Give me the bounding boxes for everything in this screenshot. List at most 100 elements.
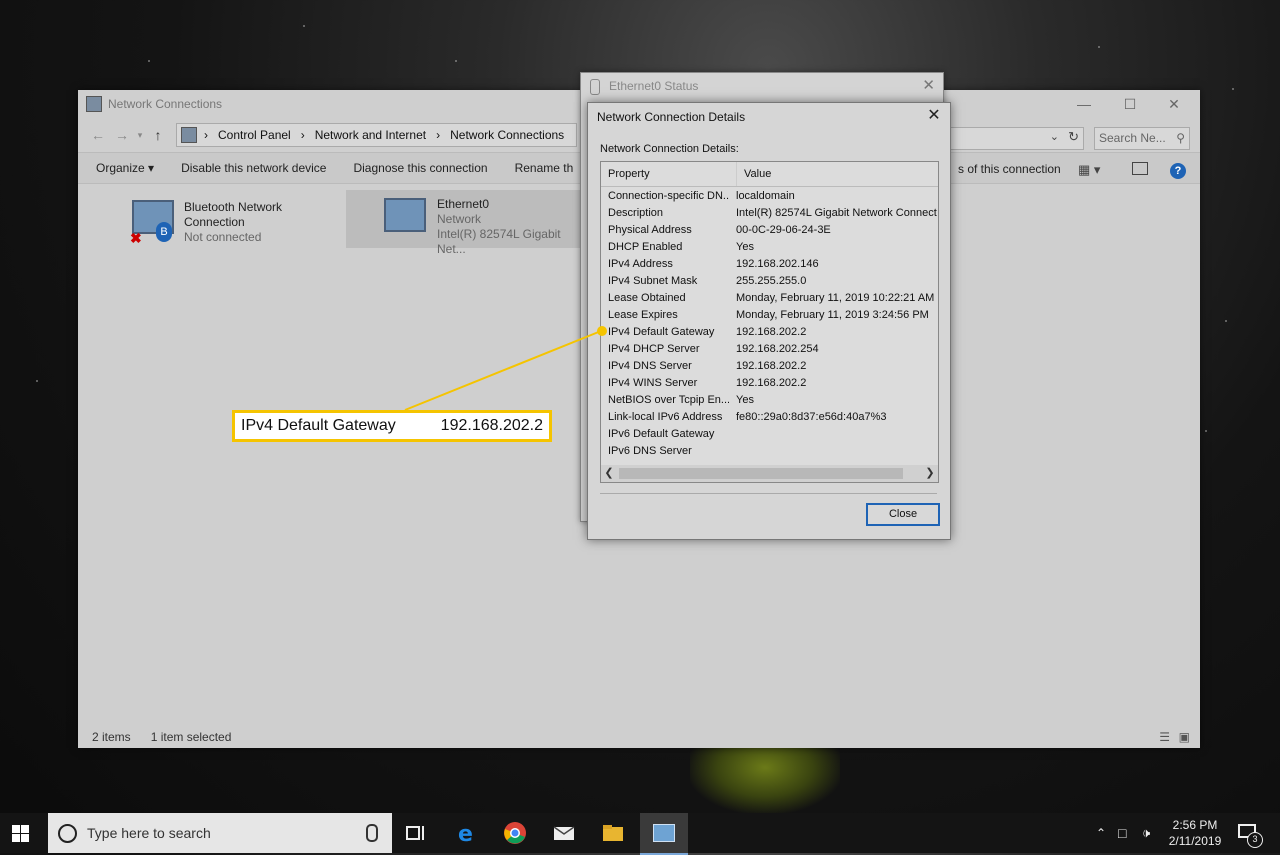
forward-arrow-icon[interactable]: → (110, 127, 134, 143)
network-adapter-icon (384, 198, 426, 232)
address-dropdown-icon[interactable]: ⌄ (1050, 130, 1059, 143)
network-connections-taskbar-button[interactable] (640, 813, 688, 855)
scroll-left-icon[interactable]: ❮ (601, 465, 617, 482)
network-tray-icon[interactable]: □ (1118, 813, 1126, 853)
table-row[interactable]: IPv4 Default Gateway 192.168.202.2 (601, 326, 938, 343)
table-row[interactable]: DHCP Enabled Yes (601, 241, 938, 258)
volume-icon[interactable]: 🕩 (1142, 813, 1150, 853)
property-cell: Connection-specific DN... (608, 190, 729, 202)
control-panel-icon (653, 824, 675, 842)
details-view-icon[interactable]: ☰ (1159, 730, 1170, 744)
item-count: 2 items (92, 730, 131, 744)
up-arrow-icon[interactable]: ↑ (146, 127, 170, 143)
clock-date: 2/11/2019 (1168, 834, 1222, 848)
table-row[interactable]: IPv6 Default Gateway (601, 428, 938, 445)
change-view-icon[interactable]: ▦ ▾ (1078, 162, 1100, 178)
view-status-button[interactable]: s of this connection (958, 162, 1061, 176)
action-center-icon[interactable]: 3 (1238, 824, 1263, 848)
breadcrumb-control-panel[interactable]: Control Panel (218, 128, 291, 142)
gateway-callout: IPv4 Default Gateway 192.168.202.2 (232, 410, 552, 442)
item-name: Ethernet0 (437, 197, 490, 211)
value-cell: 192.168.202.2 (736, 377, 807, 389)
minimize-button[interactable]: — (1064, 90, 1104, 118)
table-row[interactable]: IPv4 Subnet Mask 255.255.255.0 (601, 275, 938, 292)
value-cell: localdomain (736, 190, 795, 202)
breadcrumb-separator: › (204, 128, 208, 142)
horizontal-scrollbar[interactable]: ❮ ❯ (601, 465, 938, 482)
mail-icon[interactable] (552, 821, 576, 845)
details-list[interactable]: Property Value Connection-specific DN...… (600, 161, 939, 483)
file-explorer-icon[interactable] (601, 821, 625, 845)
rename-button[interactable]: Rename th (497, 161, 583, 175)
bluetooth-connection-item[interactable]: ✖ B Bluetooth Network Connection Not con… (128, 194, 348, 250)
ethernet0-item[interactable]: Ethernet0 Network Intel(R) 82574L Gigabi… (346, 190, 586, 256)
table-row[interactable]: Link-local IPv6 Address fe80::29a0:8d37:e… (601, 411, 938, 428)
property-cell: IPv4 Subnet Mask (608, 275, 698, 287)
clock[interactable]: 2:56 PM 2/11/2019 (1162, 817, 1228, 849)
organize-button[interactable]: Organize ▾ (78, 161, 163, 175)
list-rows: Connection-specific DN... localdomain Desc… (601, 187, 938, 462)
windows-start-icon[interactable] (12, 825, 29, 842)
microphone-icon[interactable] (366, 824, 378, 842)
property-cell: IPv4 WINS Server (608, 377, 698, 389)
divider (600, 493, 937, 494)
diagnose-connection-button[interactable]: Diagnose this connection (335, 161, 496, 175)
show-hidden-icons-chevron-icon[interactable]: ⌃ (1096, 813, 1106, 853)
table-row[interactable]: IPv4 DHCP Server 192.168.202.254 (601, 343, 938, 360)
breadcrumb-network-internet[interactable]: Network and Internet (315, 128, 426, 142)
address-bar-extension[interactable]: ⌄ ↻ (948, 127, 1084, 150)
recent-chevron-icon[interactable]: ▾ (134, 130, 146, 141)
selection-count: 1 item selected (150, 730, 232, 744)
maximize-button[interactable]: ☐ (1110, 90, 1150, 118)
table-row[interactable]: IPv4 Address 192.168.202.146 (601, 258, 938, 275)
address-bar[interactable]: › Control Panel › Network and Internet ›… (176, 123, 577, 147)
property-cell: NetBIOS over Tcpip En... (608, 394, 729, 406)
table-row[interactable]: Lease Obtained Monday, February 11, 2019 … (601, 292, 938, 309)
table-row[interactable]: IPv4 DNS Server 192.168.202.2 (601, 360, 938, 377)
clock-time: 2:56 PM (1172, 818, 1218, 832)
column-header-property[interactable]: Property (601, 162, 737, 186)
item-name: Bluetooth Network (184, 200, 283, 214)
close-window-button[interactable]: ✕ (1154, 90, 1194, 118)
help-icon[interactable]: ? (1170, 163, 1186, 179)
table-row[interactable]: NetBIOS over Tcpip En... Yes (601, 394, 938, 411)
column-header-value[interactable]: Value (737, 162, 771, 186)
refresh-icon[interactable]: ↻ (1068, 129, 1079, 145)
table-row[interactable]: Description Intel(R) 82574L Gigabit Netwo… (601, 207, 938, 224)
callout-label: IPv4 Default Gateway (241, 417, 396, 434)
table-row[interactable]: Connection-specific DN... localdomain (601, 190, 938, 207)
close-icon[interactable]: ✕ (922, 76, 935, 94)
disable-device-button[interactable]: Disable this network device (163, 161, 335, 175)
table-row[interactable]: Physical Address 00-0C-29-06-24-3E (601, 224, 938, 241)
value-cell: 192.168.202.2 (736, 326, 807, 338)
search-input[interactable]: Search Ne... ⚲ (1094, 127, 1190, 150)
large-icons-view-icon[interactable]: ▣ (1179, 730, 1190, 744)
preview-pane-icon[interactable] (1132, 162, 1148, 175)
value-cell: Intel(R) 82574L Gigabit Network Connect (736, 207, 937, 219)
taskbar: Type here to search e ⌃ □ 🕩 2:56 PM 2/11… (0, 813, 1280, 855)
table-row[interactable]: IPv4 WINS Server 192.168.202.2 (601, 377, 938, 394)
scrollbar-thumb[interactable] (619, 468, 903, 479)
property-cell: IPv4 DHCP Server (608, 343, 700, 355)
value-cell: 255.255.255.0 (736, 275, 807, 287)
breadcrumb-network-connections[interactable]: Network Connections (450, 128, 564, 142)
property-cell: Physical Address (608, 224, 692, 236)
list-header: Property Value (601, 162, 938, 187)
scroll-right-icon[interactable]: ❯ (922, 465, 938, 482)
value-cell: 192.168.202.2 (736, 360, 807, 372)
task-view-icon[interactable] (404, 821, 428, 845)
close-icon[interactable]: ✕ (924, 106, 944, 126)
table-row[interactable]: IPv6 DNS Server (601, 445, 938, 462)
disconnected-x-icon: ✖ (130, 230, 142, 246)
search-icon: ⚲ (1176, 131, 1185, 145)
connection-details-dialog: Network Connection Details ✕ Network Con… (587, 102, 951, 540)
edge-browser-icon[interactable]: e (455, 821, 479, 845)
chrome-browser-icon[interactable] (503, 821, 527, 845)
taskbar-search-input[interactable]: Type here to search (48, 813, 392, 853)
item-name-line2: Connection (184, 215, 245, 229)
close-button[interactable]: Close (866, 503, 940, 526)
table-row[interactable]: Lease Expires Monday, February 11, 2019 3… (601, 309, 938, 326)
taskbar-search-placeholder: Type here to search (87, 825, 211, 841)
back-arrow-icon[interactable]: ← (86, 127, 110, 143)
breadcrumb-separator: › (436, 128, 441, 142)
